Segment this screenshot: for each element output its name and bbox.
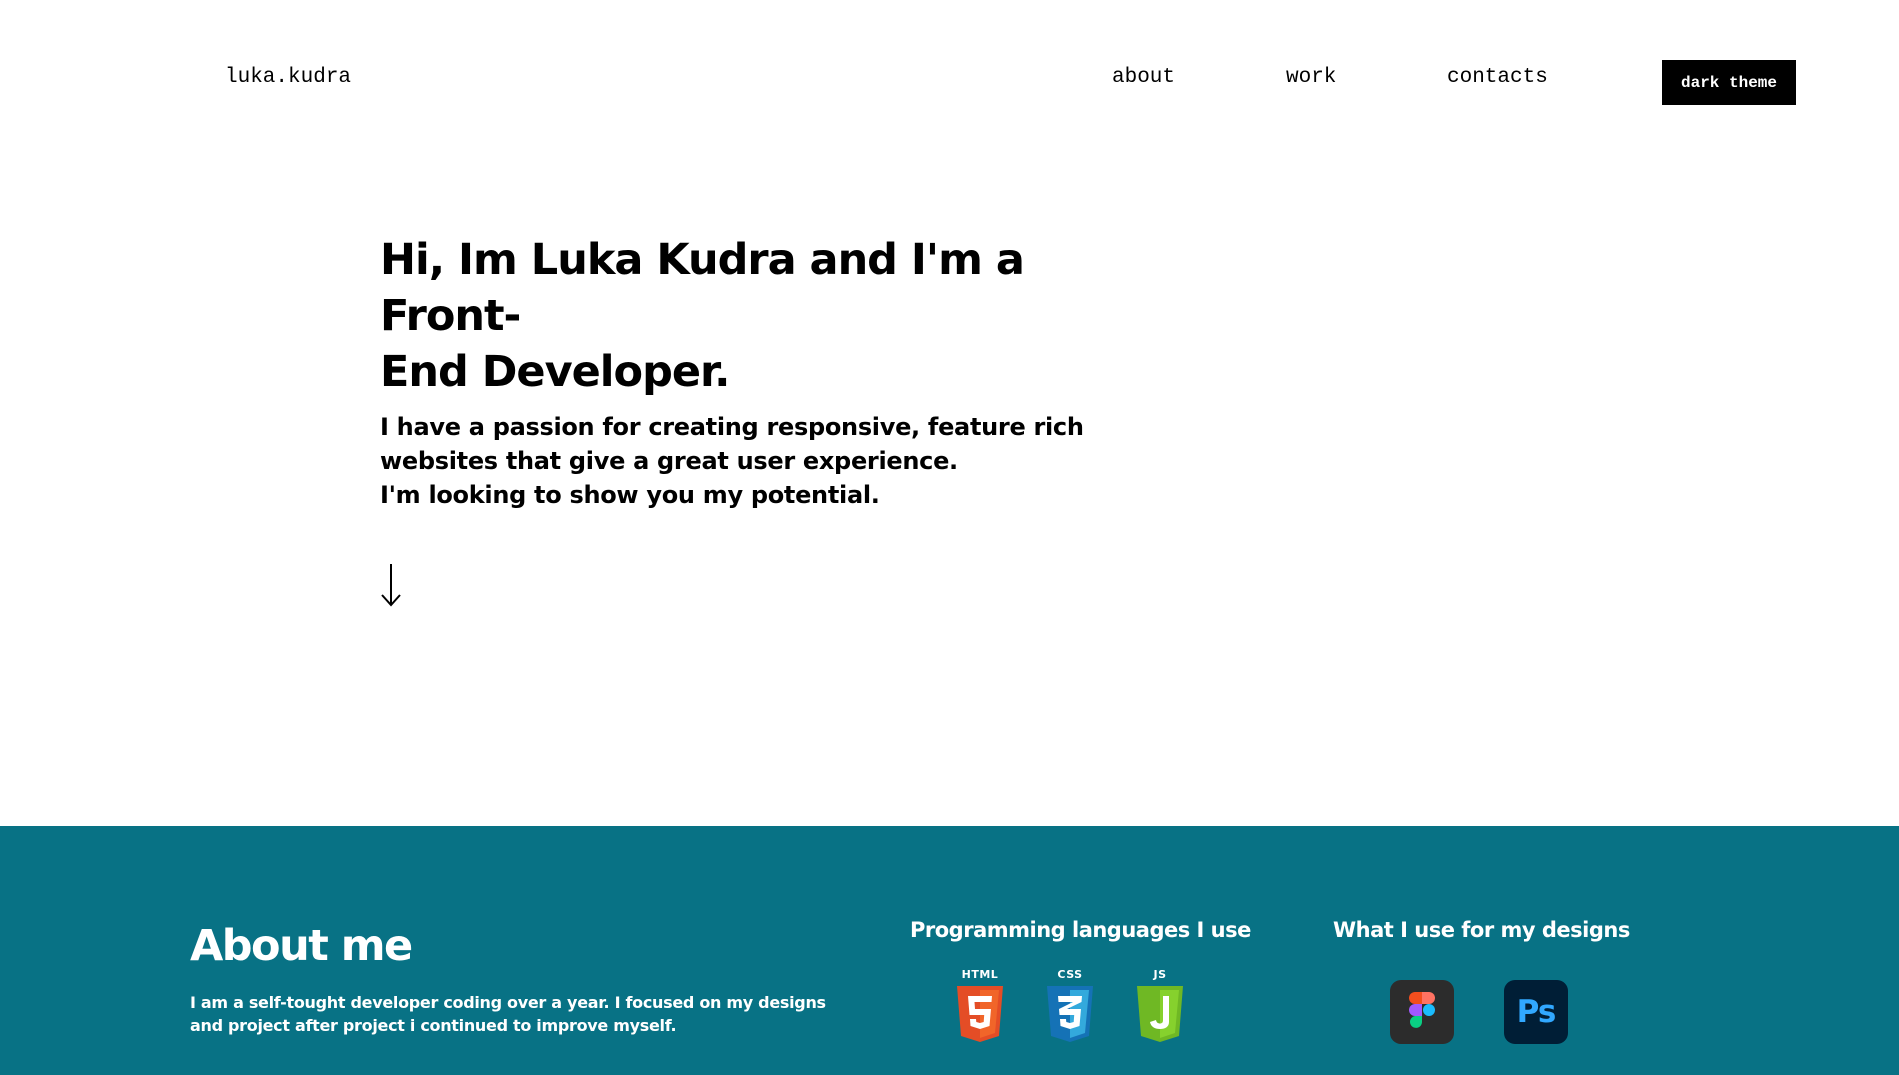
nav-link-work[interactable]: work: [1286, 66, 1336, 89]
nav-link-about[interactable]: about: [1112, 66, 1175, 89]
about-section: About me I am a self-tought developer co…: [0, 826, 1899, 1075]
arrow-down-icon[interactable]: [378, 560, 404, 610]
hero-text-line-3: I'm looking to show you my potential.: [380, 481, 880, 509]
about-description: I am a self-tought developer coding over…: [190, 991, 830, 1037]
nav-link-contacts[interactable]: contacts: [1447, 66, 1548, 89]
html-label: HTML: [961, 968, 999, 981]
hero-title-line-1: Hi, Im Luka Kudra and I'm a Front-: [380, 235, 1025, 341]
logo[interactable]: luka.kudra: [225, 66, 351, 89]
css3-icon: CSS: [1043, 968, 1097, 1048]
about-text-line-1: I am a self-tought developer coding over…: [190, 993, 826, 1012]
hero-section: Hi, Im Luka Kudra and I'm a Front- End D…: [380, 232, 1140, 512]
photoshop-icon: Ps: [1504, 980, 1568, 1044]
hero-text-line-2: websites that give a great user experien…: [380, 447, 958, 475]
hero-text-line-1: I have a passion for creating responsive…: [380, 413, 1084, 441]
designs-title: What I use for my designs: [1333, 918, 1630, 942]
figma-icon: [1390, 980, 1454, 1044]
hero-title: Hi, Im Luka Kudra and I'm a Front- End D…: [380, 232, 1140, 400]
about-title: About me: [190, 921, 413, 971]
css-label: CSS: [1057, 968, 1083, 981]
hero-title-line-2: End Developer.: [380, 347, 730, 397]
languages-title: Programming languages I use: [910, 918, 1251, 942]
about-text-line-2: and project after project i continued to…: [190, 1016, 677, 1035]
js-label: JS: [1153, 968, 1167, 981]
hero-description: I have a passion for creating responsive…: [380, 410, 1140, 512]
html5-icon: HTML: [953, 968, 1007, 1048]
dark-theme-button[interactable]: dark theme: [1662, 60, 1796, 105]
js-icon: JS: [1133, 968, 1187, 1048]
navbar: luka.kudra about work contacts dark them…: [0, 0, 1899, 160]
photoshop-label: Ps: [1516, 994, 1557, 1030]
